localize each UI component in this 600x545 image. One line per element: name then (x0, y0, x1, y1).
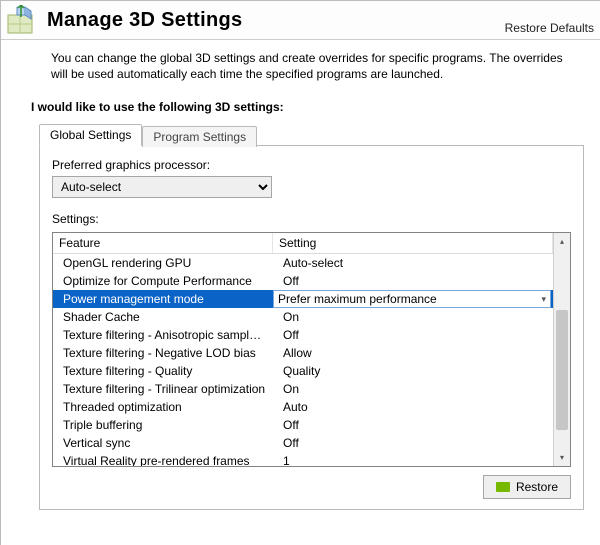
settings-row[interactable]: Vertical syncOff (53, 434, 553, 452)
settings-row-feature: Triple buffering (53, 416, 273, 434)
gpu-label: Preferred graphics processor: (52, 158, 571, 172)
scroll-thumb[interactable] (556, 310, 568, 430)
settings-row[interactable]: Texture filtering - Negative LOD biasAll… (53, 344, 553, 362)
tab-program-settings[interactable]: Program Settings (142, 126, 257, 147)
col-setting: Setting (273, 233, 553, 253)
settings-row-feature: Shader Cache (53, 308, 273, 326)
settings-row-feature: OpenGL rendering GPU (53, 254, 273, 272)
settings-row-value: Allow (273, 344, 553, 362)
intro-text: You can change the global 3D settings an… (1, 40, 600, 86)
settings-row-value: Auto (273, 398, 553, 416)
settings-row-feature: Threaded optimization (53, 398, 273, 416)
settings-row-feature: Virtual Reality pre-rendered frames (53, 452, 273, 466)
page-title: Manage 3D Settings (47, 9, 242, 32)
settings-row-value-dropdown[interactable]: Prefer maximum performance▾ (273, 290, 551, 308)
restore-defaults-link[interactable]: Restore Defaults (505, 21, 594, 35)
nvidia-3d-icon (7, 5, 41, 35)
settings-panel: Manage 3D Settings Restore Defaults You … (1, 1, 600, 523)
settings-row-value: Off (273, 272, 553, 290)
settings-row-feature: Optimize for Compute Performance (53, 272, 273, 290)
gpu-select[interactable]: Auto-select (52, 176, 272, 198)
settings-row[interactable]: Power management modePrefer maximum perf… (53, 290, 553, 308)
scroll-track[interactable] (554, 250, 570, 449)
section-label: I would like to use the following 3D set… (1, 86, 600, 124)
settings-row[interactable]: Optimize for Compute PerformanceOff (53, 272, 553, 290)
settings-row[interactable]: Triple bufferingOff (53, 416, 553, 434)
settings-row[interactable]: OpenGL rendering GPUAuto-select (53, 254, 553, 272)
settings-row-feature: Texture filtering - Quality (53, 362, 273, 380)
settings-row[interactable]: Shader CacheOn (53, 308, 553, 326)
settings-row-value: On (273, 308, 553, 326)
settings-row[interactable]: Threaded optimizationAuto (53, 398, 553, 416)
settings-row-feature: Power management mode (53, 290, 273, 308)
settings-row-feature: Vertical sync (53, 434, 273, 452)
settings-row-value: Off (273, 326, 553, 344)
settings-row-value: Off (273, 434, 553, 452)
settings-row[interactable]: Texture filtering - Trilinear optimizati… (53, 380, 553, 398)
settings-row[interactable]: Virtual Reality pre-rendered frames1 (53, 452, 553, 466)
page-header: Manage 3D Settings Restore Defaults (1, 1, 600, 40)
scroll-up-icon[interactable]: ▴ (554, 233, 570, 250)
restore-button[interactable]: Restore (483, 475, 571, 499)
settings-row-feature: Texture filtering - Trilinear optimizati… (53, 380, 273, 398)
nvidia-logo-icon (496, 482, 510, 492)
settings-label: Settings: (52, 212, 571, 226)
settings-table: Feature Setting OpenGL rendering GPUAuto… (52, 232, 571, 467)
settings-row-value: On (273, 380, 553, 398)
settings-row-value: Off (273, 416, 553, 434)
settings-row-value: Quality (273, 362, 553, 380)
settings-row-value: Auto-select (273, 254, 553, 272)
col-feature: Feature (53, 233, 273, 253)
chevron-down-icon: ▾ (541, 294, 546, 305)
settings-row[interactable]: Texture filtering - QualityQuality (53, 362, 553, 380)
settings-table-header: Feature Setting (53, 233, 553, 254)
settings-row-feature: Texture filtering - Anisotropic sample o… (53, 326, 273, 344)
settings-row[interactable]: Texture filtering - Anisotropic sample o… (53, 326, 553, 344)
restore-button-label: Restore (516, 480, 558, 494)
tab-strip: Global Settings Program Settings (39, 124, 584, 146)
settings-row-feature: Texture filtering - Negative LOD bias (53, 344, 273, 362)
tab-body-global: Preferred graphics processor: Auto-selec… (39, 145, 584, 510)
scroll-down-icon[interactable]: ▾ (554, 449, 570, 466)
settings-scrollbar[interactable]: ▴ ▾ (553, 233, 570, 466)
tab-global-settings[interactable]: Global Settings (39, 124, 142, 146)
settings-row-value: 1 (273, 452, 553, 466)
